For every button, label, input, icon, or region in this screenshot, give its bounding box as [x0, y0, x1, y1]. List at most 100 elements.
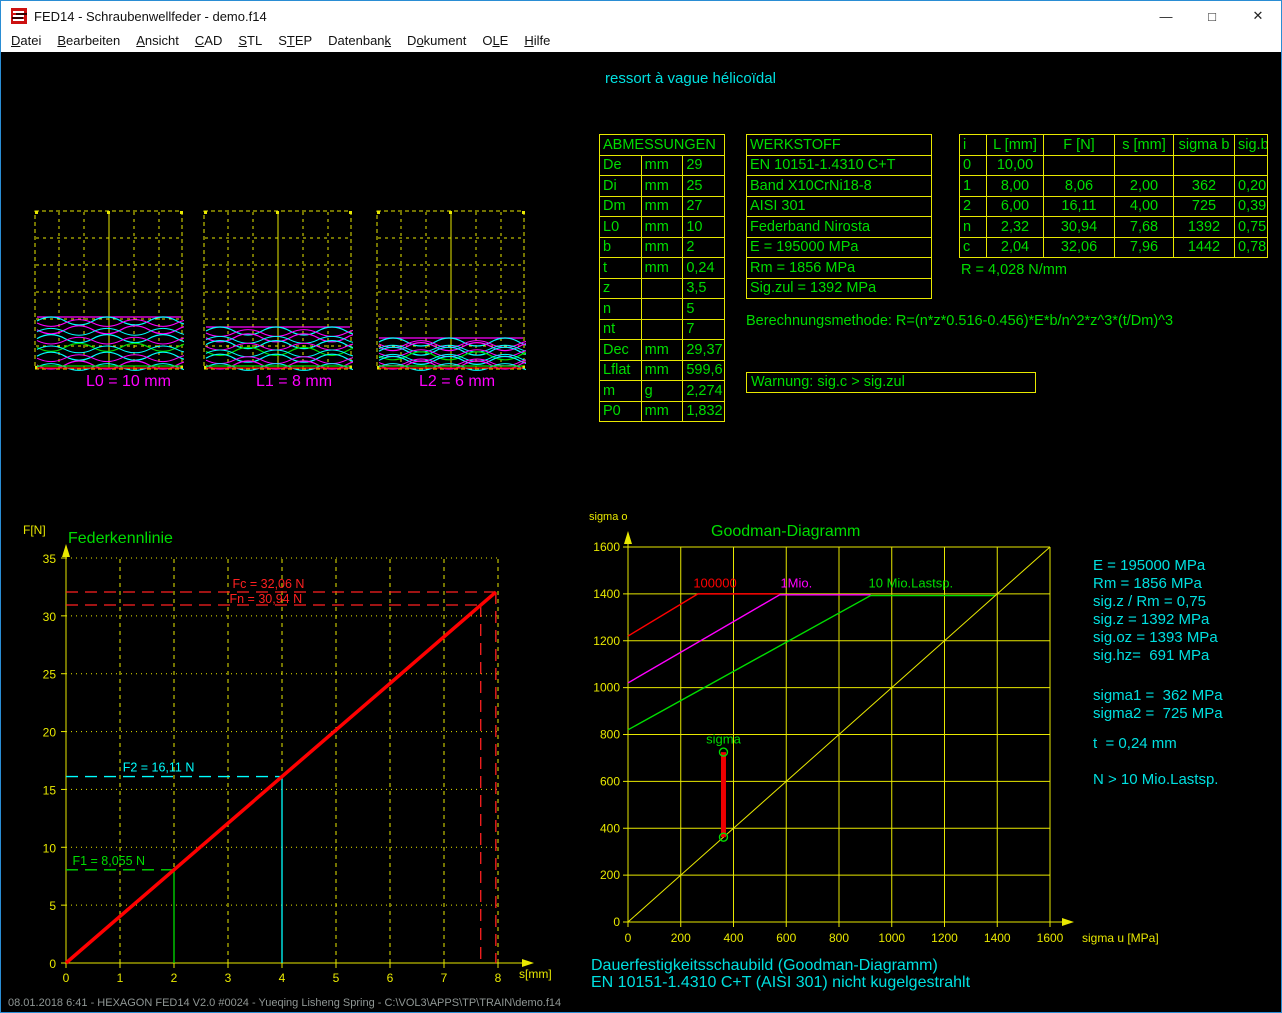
svg-text:1: 1 — [117, 971, 124, 985]
info-line: t = 0,24 mm — [1093, 735, 1223, 753]
info-line: E = 195000 MPa — [1093, 557, 1223, 575]
table-row: tmm0,24 — [600, 258, 725, 279]
svg-text:800: 800 — [829, 931, 849, 945]
svg-text:1000: 1000 — [878, 931, 905, 945]
svg-text:15: 15 — [43, 783, 57, 797]
menubar: Datei Bearbeiten Ansicht CAD STL STEP Da… — [1, 31, 1281, 52]
menu-step[interactable]: STEP — [270, 32, 320, 51]
window-controls: — □ ✕ — [1143, 1, 1281, 31]
maximize-button[interactable]: □ — [1189, 1, 1235, 31]
svg-text:25: 25 — [43, 668, 57, 682]
table-row: 26,0016,114,007250,39 — [960, 196, 1268, 217]
page-title: ressort à vague hélicoïdal — [605, 70, 776, 87]
svg-text:Fn = 30,94 N: Fn = 30,94 N — [229, 592, 302, 606]
minimize-button[interactable]: — — [1143, 1, 1189, 31]
spring-length-label-1: L1 = 8 mm — [256, 373, 332, 391]
svg-text:sigma o: sigma o — [589, 511, 628, 523]
svg-text:3: 3 — [225, 971, 232, 985]
svg-text:5: 5 — [333, 971, 340, 985]
status-bar: 08.01.2018 6:41 - HEXAGON FED14 V2.0 #00… — [1, 994, 1281, 1012]
svg-text:Goodman-Diagramm: Goodman-Diagramm — [711, 523, 860, 540]
drawing-canvas: ressort à vague hélicoïdal L0 = 10 mm L1… — [1, 52, 1281, 994]
table-row: Lflatmm599,6 — [600, 360, 725, 381]
info-line: Rm = 1856 MPa — [1093, 575, 1223, 593]
table-row: Decmm29,37 — [600, 340, 725, 361]
table-row: Rm = 1856 MPa — [747, 258, 932, 279]
svg-text:F1 = 8,055 N: F1 = 8,055 N — [72, 854, 145, 868]
app-window: FED14 - Schraubenwellfeder - demo.f14 — … — [0, 0, 1282, 1013]
svg-text:200: 200 — [600, 868, 620, 882]
table-row: Demm29 — [600, 155, 725, 176]
table-row: P0mm1,832 — [600, 401, 725, 422]
svg-text:sigma: sigma — [706, 731, 741, 746]
svg-text:4: 4 — [279, 971, 286, 985]
warning-box: Warnung: sig.c > sig.zul — [746, 372, 1036, 393]
spring-characteristic-chart: 05101520253035012345678F[N]s[mm]Federken… — [11, 516, 551, 988]
info-line: sig.z = 1392 MPa — [1093, 611, 1223, 629]
svg-text:10: 10 — [43, 841, 57, 855]
window-title: FED14 - Schraubenwellfeder - demo.f14 — [34, 9, 267, 24]
spring-drawing-l0 — [34, 210, 184, 371]
table-row: Dimm25 — [600, 176, 725, 197]
app-icon — [11, 8, 27, 24]
svg-text:0: 0 — [63, 971, 70, 985]
svg-text:Federkennlinie: Federkennlinie — [68, 530, 173, 547]
spring-length-label-2: L2 = 6 mm — [419, 373, 495, 391]
table-row: mg2,274 — [600, 381, 725, 402]
table-row: Sig.zul = 1392 MPa — [747, 278, 932, 299]
table-row: E = 195000 MPa — [747, 237, 932, 258]
menu-stl[interactable]: STL — [230, 32, 270, 51]
info-line: N > 10 Mio.Lastsp. — [1093, 771, 1223, 789]
table-row: n2,3230,947,6813920,75 — [960, 217, 1268, 238]
close-button[interactable]: ✕ — [1235, 1, 1281, 31]
svg-text:F[N]: F[N] — [23, 523, 46, 537]
diagram-caption-line2: EN 10151-1.4310 C+T (AISI 301) nicht kug… — [591, 974, 970, 992]
svg-text:Fc = 32,06 N: Fc = 32,06 N — [233, 577, 305, 591]
menu-ole[interactable]: OLE — [474, 32, 516, 51]
svg-text:30: 30 — [43, 610, 57, 624]
svg-text:400: 400 — [600, 821, 620, 835]
menu-bearbeiten[interactable]: Bearbeiten — [49, 32, 128, 51]
menu-dokument[interactable]: Dokument — [399, 32, 474, 51]
table-row: bmm2 — [600, 237, 725, 258]
titlebar: FED14 - Schraubenwellfeder - demo.f14 — … — [1, 1, 1281, 31]
goodman-diagram-chart: 0200400600800100012001400160002004006008… — [586, 506, 1166, 951]
table-row: 18,008,062,003620,20 — [960, 176, 1268, 197]
svg-text:7: 7 — [441, 971, 448, 985]
table-row: Dmmm27 — [600, 196, 725, 217]
spring-drawing-l2 — [376, 210, 526, 371]
svg-text:2: 2 — [171, 971, 178, 985]
table-row: AISI 301 — [747, 196, 932, 217]
svg-text:10 Mio.Lastsp.: 10 Mio.Lastsp. — [869, 575, 954, 590]
svg-text:1400: 1400 — [984, 931, 1011, 945]
svg-text:600: 600 — [600, 774, 620, 788]
info-line: sig.hz= 691 MPa — [1093, 647, 1223, 665]
table-header-row: i L [mm] F [N] s [mm] sigma b sig.b/Rm — [960, 135, 1268, 156]
table-row: EN 10151-1.4310 C+T — [747, 155, 932, 176]
menu-cad[interactable]: CAD — [187, 32, 230, 51]
svg-text:s[mm]: s[mm] — [519, 967, 551, 981]
svg-text:1400: 1400 — [593, 587, 620, 601]
svg-text:0: 0 — [49, 957, 56, 971]
svg-text:F2 = 16,11 N: F2 = 16,11 N — [123, 761, 195, 775]
svg-text:1200: 1200 — [931, 931, 958, 945]
spring-length-label-0: L0 = 10 mm — [86, 373, 171, 391]
calculation-method: Berechnungsmethode: R=(n*z*0.516-0.456)*… — [746, 313, 1173, 329]
table-row: nt7 — [600, 319, 725, 340]
menu-datei[interactable]: Datei — [3, 32, 49, 51]
svg-text:0: 0 — [613, 915, 620, 929]
menu-datenbank[interactable]: Datenbank — [320, 32, 399, 51]
spring-drawing-l1 — [203, 210, 353, 371]
table-row: Federband Nirosta — [747, 217, 932, 238]
menu-hilfe[interactable]: Hilfe — [516, 32, 558, 51]
menu-ansicht[interactable]: Ansicht — [128, 32, 187, 51]
info-line: sig.oz = 1393 MPa — [1093, 629, 1223, 647]
table-row: z3,5 — [600, 278, 725, 299]
svg-text:35: 35 — [43, 552, 57, 566]
svg-text:1600: 1600 — [1037, 931, 1064, 945]
info-line: sigma2 = 725 MPa — [1093, 705, 1223, 723]
table-row: 010,00 — [960, 155, 1268, 176]
svg-text:1000: 1000 — [593, 681, 620, 695]
svg-text:20: 20 — [43, 726, 57, 740]
material-info-panel: E = 195000 MPa Rm = 1856 MPa sig.z / Rm … — [1093, 557, 1223, 789]
